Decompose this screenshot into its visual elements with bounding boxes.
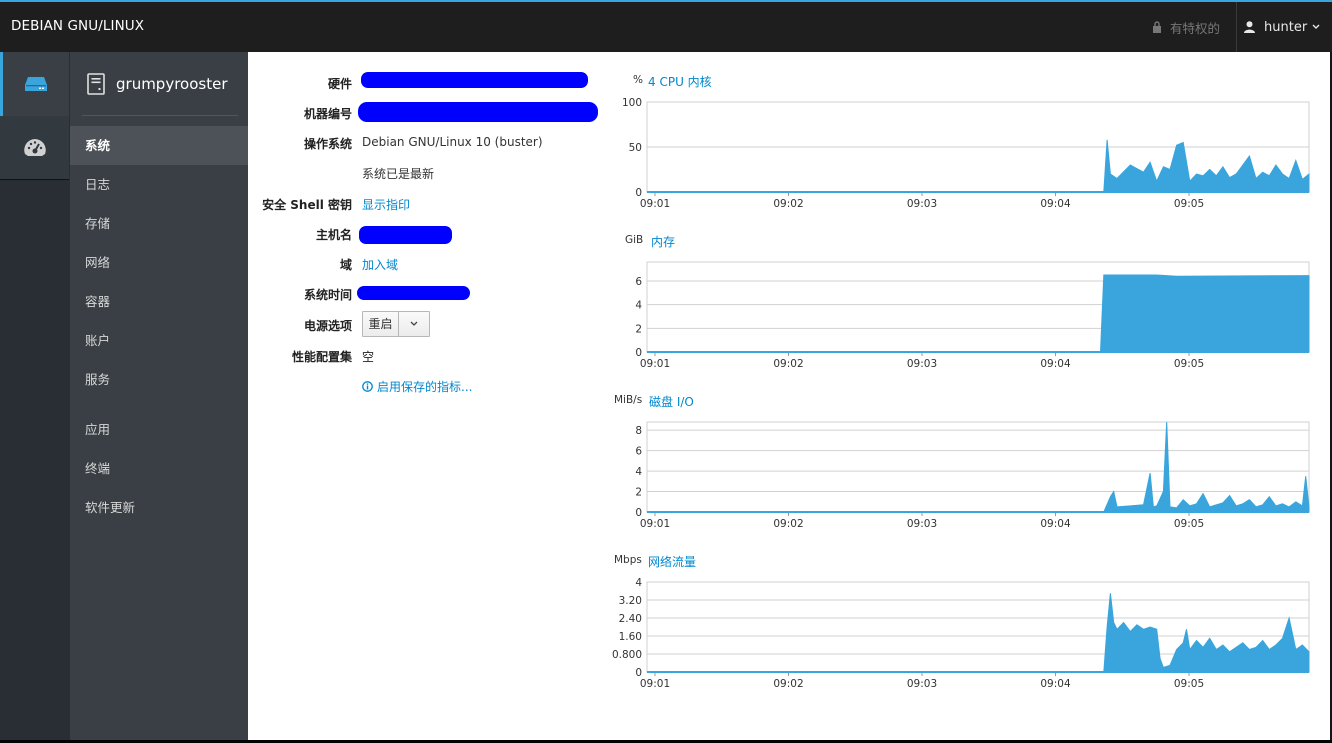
power-options-label: 电源选项 — [303, 319, 352, 333]
restart-button[interactable]: 重启 — [363, 312, 399, 336]
redacted-hardware — [361, 72, 588, 88]
x-tick-label: 09:01 — [640, 518, 670, 530]
power-options-button-group: 重启 — [362, 311, 430, 337]
enable-stored-metrics-link[interactable]: 启用保存的指标... — [362, 378, 472, 395]
privileged-label: 有特权的 — [1170, 20, 1221, 36]
y-tick-label: 100 — [622, 97, 642, 109]
join-domain-link[interactable]: 加入域 — [362, 256, 398, 273]
user-menu-button[interactable]: hunter — [1244, 2, 1320, 52]
icon-sidebar — [0, 52, 69, 740]
chevron-down-icon — [410, 321, 418, 326]
x-tick-label: 09:03 — [907, 198, 937, 210]
privileged-indicator[interactable]: 有特权的 — [1152, 2, 1220, 52]
x-tick-label: 09:05 — [1174, 198, 1204, 210]
y-tick-label: 2.40 — [619, 613, 642, 625]
x-tick-label: 09:05 — [1174, 358, 1204, 370]
x-tick-label: 09:02 — [773, 678, 803, 690]
y-tick-label: 8 — [635, 425, 642, 437]
nav-item-logs[interactable]: 日志 — [70, 165, 249, 204]
x-tick-label: 09:05 — [1174, 518, 1204, 530]
y-tick-label: 2 — [635, 323, 642, 335]
topbar-divider — [1236, 2, 1237, 52]
redacted-hostname — [359, 226, 452, 244]
server-icon — [25, 77, 47, 91]
host-header[interactable]: grumpyrooster — [70, 52, 249, 115]
x-tick-label: 09:01 — [640, 198, 670, 210]
memory-chart-plot: 642009:01 09:02 09:03 09:04 09:05 — [635, 261, 1310, 370]
hardware-label: 硬件 — [327, 77, 352, 91]
network-chart: Mbps 网络流量 4 3.20 2.40 1.60 0.800 0 09:01 09:02 0… — [612, 554, 1317, 704]
nav-item-system[interactable]: 系统 — [70, 126, 249, 165]
domain-label: 域 — [339, 258, 352, 272]
nav-item-terminal[interactable]: 终端 — [70, 449, 249, 488]
nav-item-software-updates[interactable]: 软件更新 — [70, 488, 249, 527]
nav-item-containers[interactable]: 容器 — [70, 282, 249, 321]
dashboard-tab[interactable] — [0, 116, 69, 180]
user-icon — [1244, 21, 1255, 33]
redacted-system-time — [357, 286, 470, 300]
top-bar: DEBIAN GNU/LINUX 有特权的 hunter — [0, 0, 1332, 52]
host-tab[interactable] — [0, 52, 69, 116]
info-icon — [362, 381, 373, 392]
lock-icon — [1153, 21, 1161, 33]
y-tick-label: 4 — [635, 466, 642, 478]
user-name: hunter — [1264, 19, 1308, 35]
y-tick-label: 50 — [629, 142, 642, 154]
disk-io-chart-plot: 8642009:01 09:02 09:03 09:04 09:05 — [635, 421, 1310, 530]
x-tick-label: 09:04 — [1040, 358, 1071, 370]
system-time-label: 系统时间 — [303, 288, 352, 302]
network-chart-plot: 43.202.401.600.800009:01 09:02 09:03 09:04 0… — [612, 577, 1310, 690]
nav-item-accounts[interactable]: 账户 — [70, 321, 249, 360]
memory-chart: GiB 内存 6 4 2 0 09:01 09:02 09:03 09:04 09:05 — [612, 234, 1317, 384]
hostname-label: 主机名 — [315, 228, 352, 242]
host-document-icon — [87, 72, 105, 95]
brand-title: DEBIAN GNU/LINUX — [11, 18, 145, 34]
nav-item-applications[interactable]: 应用 — [70, 410, 249, 449]
nav-item-network[interactable]: 网络 — [70, 243, 249, 282]
nav-item-storage[interactable]: 存储 — [70, 204, 249, 243]
host-divider — [82, 115, 238, 116]
x-tick-label: 09:03 — [907, 678, 937, 690]
y-tick-label: 0.800 — [612, 649, 642, 661]
os-label: 操作系统 — [303, 137, 352, 151]
y-tick-label: 2 — [635, 487, 642, 499]
disk-io-chart: MiB/s 磁盘 I/O 8 6 4 2 0 09:01 09:02 09:03 09:04 09… — [612, 394, 1317, 544]
x-tick-label: 09:04 — [1040, 678, 1071, 690]
performance-profile-value[interactable]: 空 — [362, 348, 374, 365]
y-tick-label: 6 — [635, 276, 642, 288]
x-tick-label: 09:03 — [907, 518, 937, 530]
x-tick-label: 09:01 — [640, 678, 670, 690]
nav-panel: grumpyrooster 系统 日志 存储 网络 容器 账户 服务 应用 终端… — [69, 52, 249, 740]
nav-item-services[interactable]: 服务 — [70, 360, 249, 399]
machine-id-label: 机器编号 — [303, 107, 352, 121]
performance-profile-label: 性能配置集 — [291, 350, 352, 364]
x-tick-label: 09:02 — [773, 358, 803, 370]
x-tick-label: 09:03 — [907, 358, 937, 370]
power-options-dropdown[interactable] — [399, 312, 429, 336]
host-name: grumpyrooster — [116, 74, 228, 93]
x-tick-label: 09:02 — [773, 518, 803, 530]
enable-stored-metrics-label: 启用保存的指标... — [377, 380, 473, 394]
ssh-keys-label: 安全 Shell 密钥 — [262, 198, 352, 212]
y-tick-label: 3.20 — [619, 595, 642, 607]
x-tick-label: 09:05 — [1174, 678, 1204, 690]
x-tick-label: 09:04 — [1040, 198, 1071, 210]
y-tick-label: 4 — [635, 300, 642, 312]
x-tick-label: 09:02 — [773, 198, 803, 210]
show-fingerprints-link[interactable]: 显示指印 — [362, 196, 410, 213]
redacted-machine-id — [358, 102, 598, 122]
chevron-down-icon — [1312, 24, 1320, 29]
os-value: Debian GNU/Linux 10 (buster) — [362, 135, 543, 149]
plot-frame — [646, 421, 1310, 513]
cpu-chart: % 4 CPU 内核 100 50 0 09:01 09:02 09:03 09:04 09:… — [612, 74, 1317, 224]
y-tick-label: 1.60 — [619, 631, 642, 643]
system-overview: 硬件 机器编号 操作系统 安全 Shell 密钥 主机名 域 系统时间 电源选项… — [248, 52, 1330, 740]
dashboard-icon — [23, 138, 46, 156]
cpu-chart-plot: 10050009:01 09:02 09:03 09:04 09:05 — [622, 97, 1310, 210]
y-tick-label: 4 — [635, 577, 642, 589]
x-tick-label: 09:01 — [640, 358, 670, 370]
x-tick-label: 09:04 — [1040, 518, 1071, 530]
updates-status: 系统已是最新 — [362, 167, 435, 181]
y-tick-label: 6 — [635, 446, 642, 458]
